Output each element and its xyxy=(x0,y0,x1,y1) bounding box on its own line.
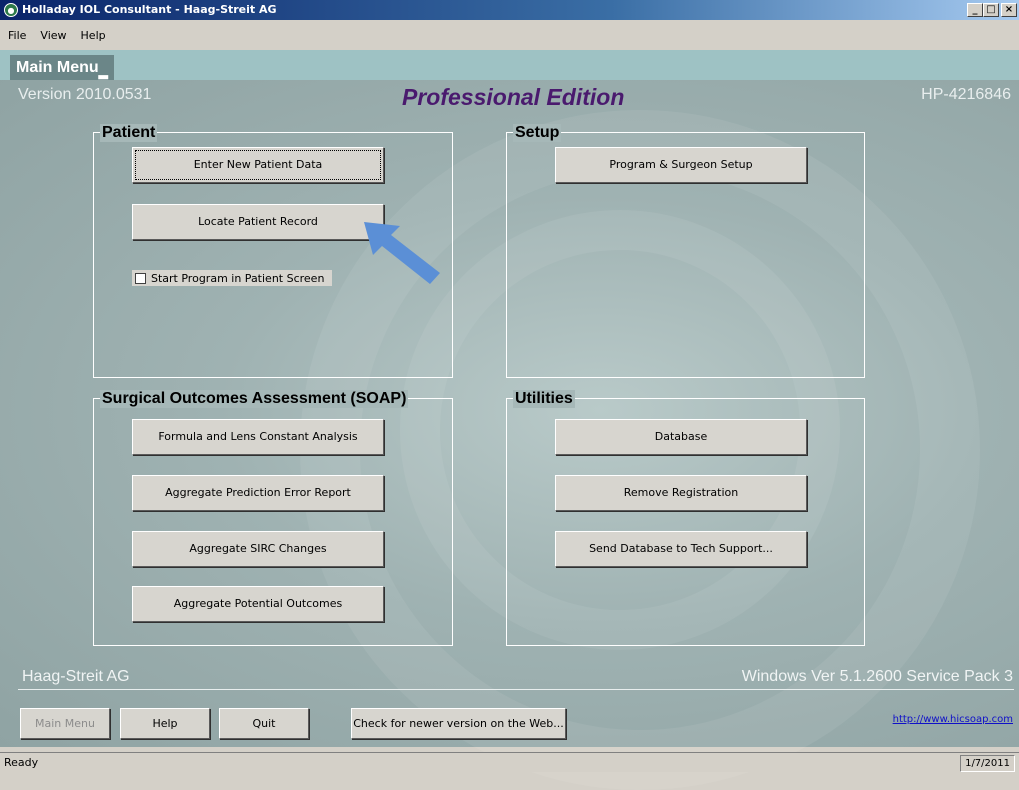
utilities-group-title: Utilities xyxy=(513,390,575,408)
app-logo-icon: ● xyxy=(4,3,18,17)
menu-file[interactable]: File xyxy=(0,29,32,42)
aggregate-prediction-error-button[interactable]: Aggregate Prediction Error Report xyxy=(132,475,384,511)
tab-bar: Main Menu▂ xyxy=(0,50,1019,80)
maximize-button[interactable]: □ xyxy=(983,3,999,17)
tab-dropdown-icon: ▂ xyxy=(98,65,108,79)
remove-registration-button[interactable]: Remove Registration xyxy=(555,475,807,511)
status-bar: Ready 1/7/2011 xyxy=(0,752,1019,772)
close-button[interactable]: × xyxy=(1001,3,1017,17)
start-in-patient-screen-option[interactable]: Start Program in Patient Screen xyxy=(132,270,333,286)
check-version-button[interactable]: Check for newer version on the Web... xyxy=(351,708,566,739)
window-title: Holladay IOL Consultant - Haag-Streit AG xyxy=(22,3,277,16)
status-text: Ready xyxy=(4,756,39,769)
program-surgeon-setup-button[interactable]: Program & Surgeon Setup xyxy=(555,147,807,183)
annotation-arrow-icon xyxy=(364,222,440,284)
utilities-group: Utilities Database Remove Registration S… xyxy=(506,390,865,646)
aggregate-sirc-changes-button[interactable]: Aggregate SIRC Changes xyxy=(132,531,384,567)
menu-view[interactable]: View xyxy=(32,29,72,42)
soap-group: Surgical Outcomes Assessment (SOAP) Form… xyxy=(93,390,453,646)
menu-help[interactable]: Help xyxy=(73,29,112,42)
setup-group-title: Setup xyxy=(513,124,562,142)
setup-group: Setup Program & Surgeon Setup xyxy=(506,124,865,378)
enter-new-patient-button[interactable]: Enter New Patient Data xyxy=(132,147,384,183)
company-label: Haag-Streit AG xyxy=(22,668,130,685)
formula-lens-constant-analysis-button[interactable]: Formula and Lens Constant Analysis xyxy=(132,419,384,455)
minimize-button[interactable]: _ xyxy=(967,3,983,17)
title-bar: ● Holladay IOL Consultant - Haag-Streit … xyxy=(0,0,1019,20)
os-version-label: Windows Ver 5.1.2600 Service Pack 3 xyxy=(741,668,1013,685)
main-menu-button[interactable]: Main Menu xyxy=(20,708,110,739)
main-panel: Version 2010.0531 Professional Edition H… xyxy=(0,80,1019,790)
start-in-patient-screen-label: Start Program in Patient Screen xyxy=(151,271,325,285)
footer-divider xyxy=(18,689,1014,690)
version-label: Version 2010.0531 xyxy=(18,86,152,103)
tab-main-menu[interactable]: Main Menu▂ xyxy=(10,55,114,80)
window-controls: _ □ × xyxy=(967,3,1017,17)
database-button[interactable]: Database xyxy=(555,419,807,455)
tab-main-menu-label: Main Menu xyxy=(16,59,99,76)
aggregate-potential-outcomes-button[interactable]: Aggregate Potential Outcomes xyxy=(132,586,384,622)
locate-patient-record-button[interactable]: Locate Patient Record xyxy=(132,204,384,240)
status-date: 1/7/2011 xyxy=(960,755,1015,772)
quit-button[interactable]: Quit xyxy=(219,708,309,739)
help-button[interactable]: Help xyxy=(120,708,210,739)
send-database-tech-support-button[interactable]: Send Database to Tech Support... xyxy=(555,531,807,567)
menu-bar: File View Help xyxy=(0,20,1019,50)
start-in-patient-screen-checkbox[interactable] xyxy=(135,272,146,284)
patient-group-title: Patient xyxy=(100,124,158,142)
product-id: HP-4216846 xyxy=(921,86,1011,103)
soap-group-title: Surgical Outcomes Assessment (SOAP) xyxy=(100,390,409,408)
website-link[interactable]: http://www.hicsoap.com xyxy=(893,714,1013,725)
edition-title: Professional Edition xyxy=(402,84,625,110)
